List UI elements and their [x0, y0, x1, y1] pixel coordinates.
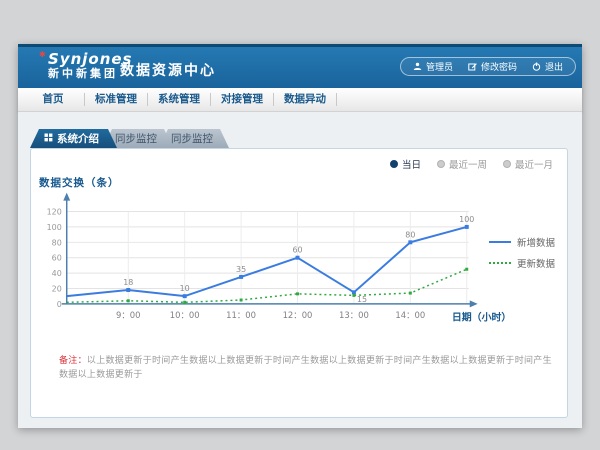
- legend-item-new-data[interactable]: 新增数据: [489, 235, 555, 249]
- nav-item-interface-mgmt[interactable]: 对接管理: [211, 93, 274, 106]
- content-area: 系统介绍 同步监控 同步监控 当日 最近一周: [18, 112, 582, 428]
- chart-legend: 新增数据 更新数据: [489, 235, 555, 270]
- tab-label: 同步监控: [115, 131, 157, 146]
- nav-item-data-change[interactable]: 数据异动: [274, 93, 337, 106]
- legend-item-update-data[interactable]: 更新数据: [489, 256, 555, 270]
- svg-text:20: 20: [52, 284, 62, 293]
- solid-line-swatch: [489, 241, 511, 243]
- svg-text:15: 15: [357, 295, 367, 304]
- main-nav: 首页 标准管理 系统管理 对接管理 数据异动: [18, 88, 582, 112]
- radio-today[interactable]: 当日: [390, 157, 421, 171]
- svg-text:0: 0: [57, 300, 62, 309]
- radio-label: 当日: [402, 157, 421, 171]
- radio-label: 最近一月: [515, 157, 553, 171]
- logout-label: 退出: [545, 60, 563, 73]
- svg-text:13：00: 13：00: [339, 310, 369, 320]
- time-range-filters: 当日 最近一周 最近一月: [390, 157, 553, 171]
- app-header: ✱ Synjones 新中新集团 数据资源中心 管理员 修改密码 退出: [18, 44, 582, 88]
- edit-icon: [468, 62, 477, 71]
- svg-text:100: 100: [459, 215, 474, 224]
- radio-unselected-icon: [437, 160, 445, 168]
- nav-item-system-mgmt[interactable]: 系统管理: [148, 93, 211, 106]
- svg-text:80: 80: [52, 238, 62, 247]
- tab-label: 系统介绍: [57, 131, 99, 146]
- chart-panel: 当日 最近一周 最近一月 数据交换（条） 0204060801001209：00…: [30, 148, 568, 418]
- power-icon: [532, 62, 541, 71]
- footer-note-label: 备注：: [59, 356, 87, 366]
- nav-item-home[interactable]: 首页: [22, 93, 85, 106]
- user-toolbar: 管理员 修改密码 退出: [400, 57, 576, 76]
- tab-bar: 系统介绍 同步监控 同步监控: [30, 129, 229, 148]
- nav-item-standard-mgmt[interactable]: 标准管理: [85, 93, 148, 106]
- radio-unselected-icon: [503, 160, 511, 168]
- radio-label: 最近一周: [449, 157, 487, 171]
- page-title: 数据资源中心: [120, 60, 216, 80]
- app-window: ✱ Synjones 新中新集团 数据资源中心 管理员 修改密码 退出 首页 标…: [18, 44, 582, 428]
- svg-text:60: 60: [52, 254, 62, 263]
- svg-text:40: 40: [52, 269, 62, 278]
- logout-button[interactable]: 退出: [532, 60, 563, 73]
- svg-text:12：00: 12：00: [283, 310, 313, 320]
- svg-text:35: 35: [236, 265, 246, 274]
- svg-text:9：00: 9：00: [116, 310, 141, 320]
- svg-text:14：00: 14：00: [395, 310, 425, 320]
- change-password-button[interactable]: 修改密码: [468, 60, 517, 73]
- svg-text:80: 80: [405, 230, 415, 239]
- tab-label: 同步监控: [171, 131, 213, 146]
- change-password-label: 修改密码: [481, 60, 517, 73]
- radio-selected-icon: [390, 160, 398, 168]
- svg-text:100: 100: [47, 223, 62, 232]
- logo-star-icon: ✱: [39, 50, 46, 59]
- svg-text:日期（小时）: 日期（小时）: [452, 311, 511, 324]
- svg-text:10: 10: [180, 284, 190, 293]
- svg-text:60: 60: [292, 246, 302, 255]
- svg-text:10：00: 10：00: [170, 310, 200, 320]
- footer-note: 备注：以上数据更新于时间产生数据以上数据更新于时间产生数据以上数据更新于时间产生…: [59, 355, 553, 382]
- radio-last-week[interactable]: 最近一周: [437, 157, 487, 171]
- tab-sync-monitor-2[interactable]: 同步监控: [159, 129, 229, 148]
- dotted-line-swatch: [489, 262, 511, 264]
- tab-system-intro[interactable]: 系统介绍: [30, 129, 117, 148]
- admin-user-button[interactable]: 管理员: [413, 60, 453, 73]
- grid-icon: [44, 133, 53, 145]
- admin-user-label: 管理员: [426, 60, 453, 73]
- radio-last-month[interactable]: 最近一月: [503, 157, 553, 171]
- svg-text:120: 120: [47, 208, 62, 217]
- svg-text:11：00: 11：00: [226, 310, 256, 320]
- footer-note-text: 以上数据更新于时间产生数据以上数据更新于时间产生数据以上数据更新于时间产生数据以…: [59, 356, 552, 380]
- user-icon: [413, 62, 422, 71]
- svg-text:18: 18: [123, 278, 133, 287]
- legend-label: 新增数据: [517, 235, 555, 249]
- legend-label: 更新数据: [517, 256, 555, 270]
